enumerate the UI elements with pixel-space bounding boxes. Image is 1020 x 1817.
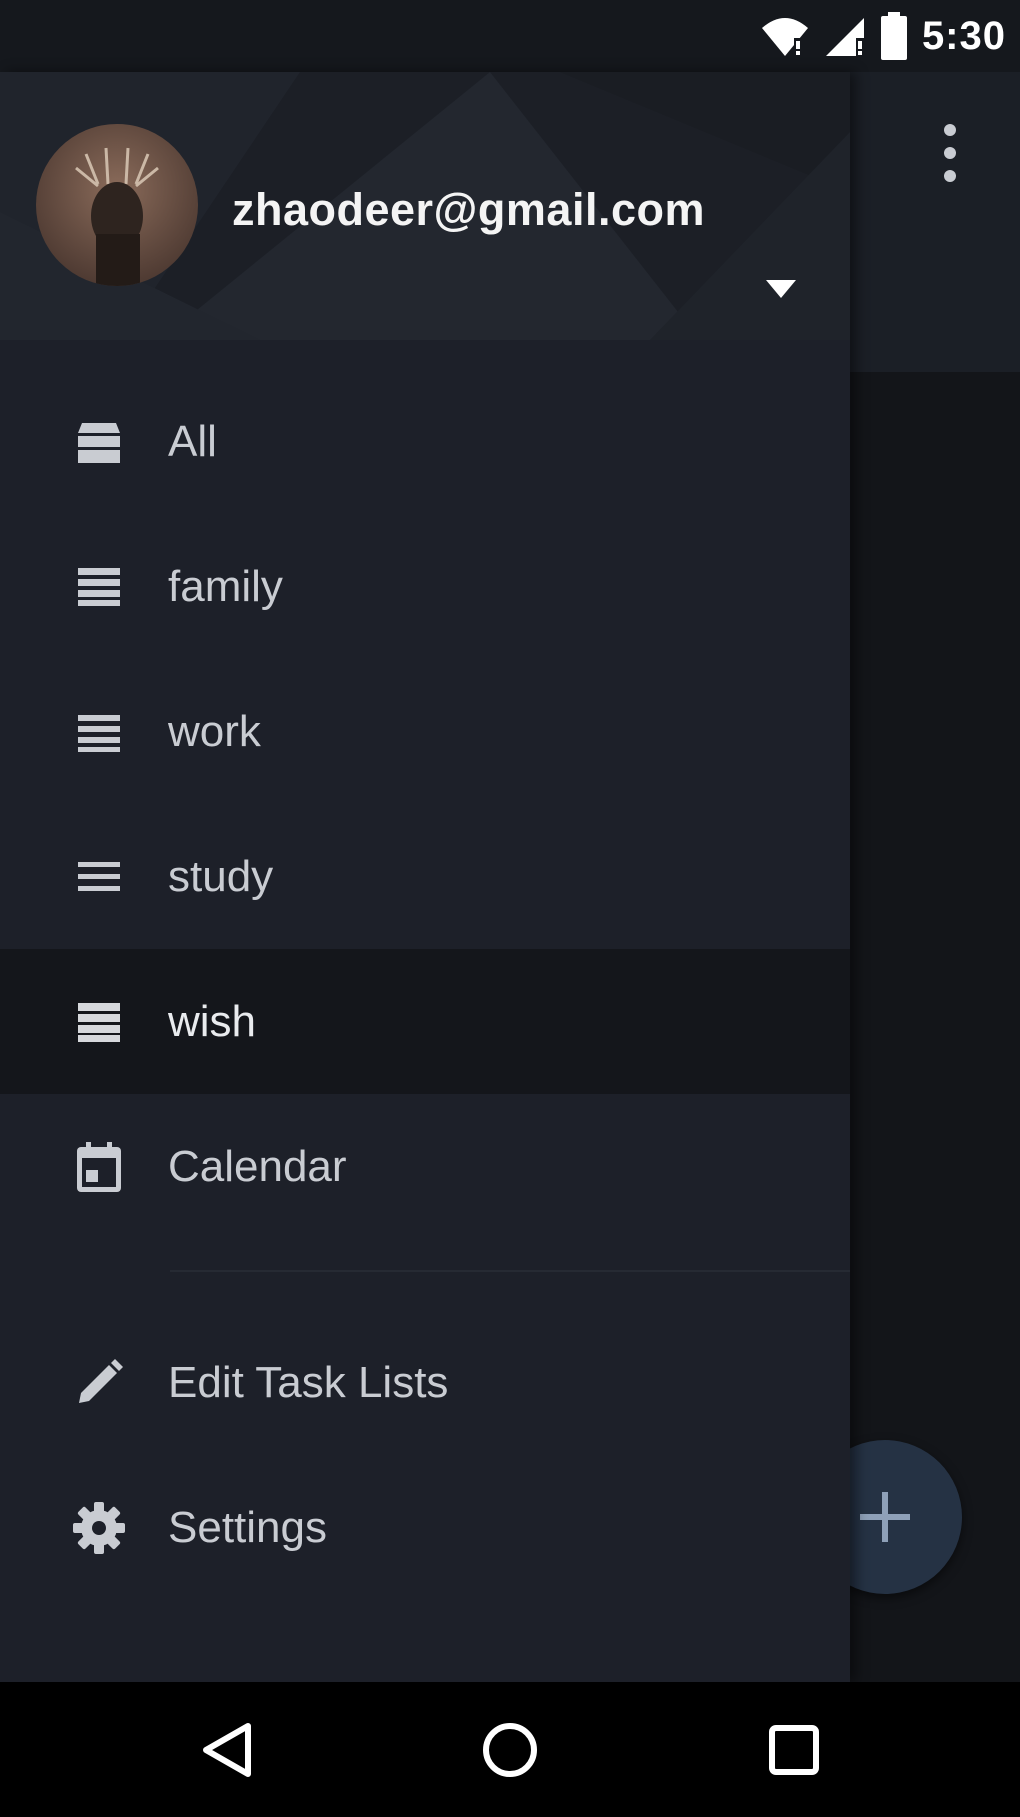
settings-button[interactable]: Settings: [0, 1455, 850, 1600]
avatar[interactable]: [36, 124, 198, 286]
calendar-icon: [70, 1138, 128, 1196]
nav-item-label: study: [168, 851, 274, 901]
list-icon: [70, 993, 128, 1051]
system-navigation-bar: [0, 1682, 1020, 1817]
nav-item-family[interactable]: family: [0, 514, 850, 659]
nav-item-label: Edit Task Lists: [168, 1357, 449, 1407]
account-email: zhaodeer@gmail.com: [232, 184, 705, 235]
app-toolbar: [850, 72, 1020, 372]
nav-item-study[interactable]: study: [0, 804, 850, 949]
status-time: 5:30: [921, 13, 1006, 58]
home-icon[interactable]: [478, 1718, 542, 1782]
list-icon: [70, 558, 128, 616]
edit-task-lists-button[interactable]: Edit Task Lists: [0, 1310, 850, 1455]
gear-icon: [70, 1499, 128, 1557]
plus-icon: [860, 1492, 910, 1542]
nav-item-label: wish: [168, 996, 257, 1046]
nav-item-calendar[interactable]: Calendar: [0, 1094, 850, 1239]
back-icon[interactable]: [196, 1718, 260, 1782]
nav-item-work[interactable]: work: [0, 659, 850, 804]
wifi-icon: [761, 18, 808, 56]
pencil-icon: [70, 1354, 128, 1412]
signal-icon: [825, 18, 864, 56]
nav-item-all[interactable]: All: [0, 369, 850, 514]
nav-item-label: work: [168, 706, 261, 756]
battery-icon: [880, 12, 907, 60]
drawer-header: zhaodeer@gmail.com: [0, 72, 850, 340]
nav-item-wish[interactable]: wish: [0, 949, 850, 1094]
nav-item-label: Calendar: [168, 1141, 347, 1191]
status-bar: 5:30: [0, 0, 1020, 72]
list-icon: [70, 848, 128, 906]
deer-avatar-image: [36, 124, 198, 286]
account-dropdown-icon[interactable]: [760, 268, 802, 310]
navigation-drawer: zhaodeer@gmail.com All family work study…: [0, 72, 850, 1682]
status-icons: 5:30: [760, 12, 1006, 60]
recents-icon[interactable]: [762, 1718, 826, 1782]
list-icon: [70, 703, 128, 761]
nav-item-label: All: [168, 416, 217, 466]
divider: [170, 1270, 850, 1272]
all-lists-icon: [70, 413, 128, 471]
more-options-icon[interactable]: [930, 118, 970, 188]
nav-item-label: family: [168, 561, 283, 611]
nav-item-label: Settings: [168, 1502, 327, 1552]
